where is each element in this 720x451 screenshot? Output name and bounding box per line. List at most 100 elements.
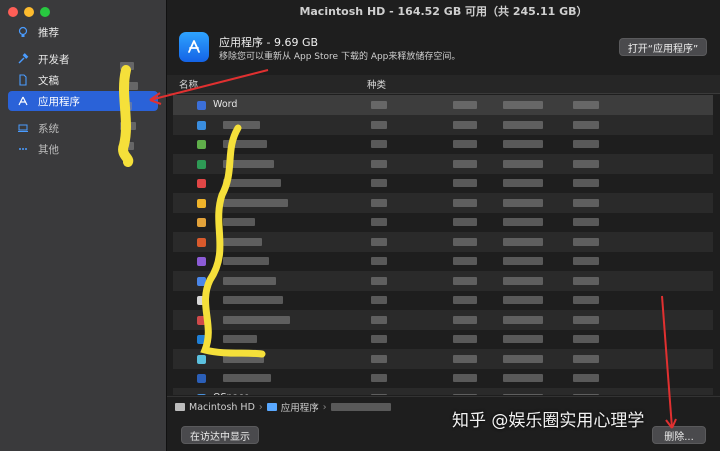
redacted-cell [573,335,599,343]
redacted-name [223,296,283,304]
redacted-cell [573,120,599,129]
table-row[interactable] [173,348,713,369]
chevron-right-icon: › [322,401,327,413]
redacted-name [223,354,264,363]
redacted-cell [503,257,543,265]
category-title: 应用程序 - 9.69 GB [219,36,319,49]
redacted-cell [371,374,387,382]
path-item-disk[interactable]: Macintosh HD [175,402,255,413]
sidebar-item-label: 开发者 [38,53,70,66]
table-row[interactable] [173,251,713,271]
table-row[interactable] [173,231,713,252]
column-kind[interactable]: 种类 [367,77,386,91]
redacted-cell [453,335,477,343]
redacted-name [223,159,274,168]
minimize-button[interactable] [24,7,34,17]
redacted-path [330,403,391,411]
redacted-sizes [120,60,146,160]
app-name: Word [213,99,238,110]
redacted-cell [503,237,543,246]
path-item-applications[interactable]: 应用程序 [266,400,319,414]
table-row[interactable] [173,329,713,349]
redacted-cell [503,198,543,207]
redacted-cell [453,296,477,304]
redacted-name [223,218,255,226]
window-title: Macintosh HD - 164.52 GB 可用（共 245.11 GB） [299,5,588,18]
watermark: 知乎 @娱乐圈实用心理学 [452,411,645,431]
redacted-name [223,237,262,246]
disk-icon [175,403,185,411]
redacted-cell [371,218,387,226]
table-row[interactable] [173,368,713,388]
app-icon [197,140,206,149]
redacted-cell [453,179,477,187]
redacted-cell [453,257,477,265]
delete-button[interactable]: 删除... [652,426,706,444]
sidebar-item-label: 应用程序 [38,95,80,108]
table-row[interactable]: Word [173,95,713,115]
redacted-cell [573,159,599,168]
redacted-name [223,120,260,129]
redacted-cell [453,374,477,382]
sidebar-item-label: 推荐 [38,26,59,39]
redacted-cell [503,159,543,168]
redacted-cell [453,140,477,148]
sidebar: 推荐 开发者 文稿 应用程序 系统 其他 [0,0,167,451]
redacted-cell [453,101,477,109]
app-icon [197,296,206,305]
category-description: 移除您可以重新从 App Store 下载的 App来释放储存空间。 [219,52,461,62]
redacted-name [223,315,290,324]
redacted-cell [371,315,387,324]
table-row[interactable] [173,309,713,330]
app-icon [197,179,206,188]
redacted-cell [371,296,387,304]
redacted-cell [573,374,599,382]
app-icon [197,101,206,110]
redacted-cell [503,101,543,109]
app-icon [197,374,206,383]
redacted-cell [573,276,599,285]
redacted-cell [371,179,387,187]
app-icon [197,276,206,286]
redacted-cell [573,101,599,109]
sidebar-item-recommendations[interactable]: 推荐 [8,22,158,42]
app-icon [197,315,206,325]
redacted-cell [503,140,543,148]
show-in-finder-button[interactable]: 在访达中显示 [181,426,259,444]
main-pane: Macintosh HD - 164.52 GB 可用（共 245.11 GB）… [167,0,720,451]
redacted-cell [371,198,387,207]
redacted-cell [573,257,599,265]
redacted-name [223,198,288,207]
sidebar-item-label: 文稿 [38,74,59,87]
zoom-button[interactable] [40,7,50,17]
redacted-cell [573,179,599,187]
table-row[interactable] [173,114,713,135]
app-icon [197,335,206,344]
close-button[interactable] [8,7,18,17]
table-row[interactable] [173,173,713,193]
redacted-cell [371,276,387,285]
open-applications-button[interactable]: 打开“应用程序” [619,38,707,56]
redacted-cell [371,159,387,168]
table-row[interactable] [173,192,713,213]
redacted-cell [371,101,387,109]
table-row[interactable] [173,134,713,154]
app-icon [197,237,206,247]
document-icon [16,73,30,87]
redacted-cell [371,257,387,265]
column-name[interactable]: 名称 [179,77,198,91]
redacted-name [223,276,276,285]
redacted-cell [453,315,477,324]
table-row[interactable] [173,153,713,174]
redacted-cell [503,335,543,343]
app-icon [197,257,206,266]
redacted-cell [371,237,387,246]
redacted-cell [503,315,543,324]
ellipsis-icon [16,142,30,156]
redacted-cell [371,335,387,343]
table-row[interactable] [173,290,713,310]
app-store-icon [179,32,209,62]
table-row[interactable]: QSpace [173,387,713,395]
table-row[interactable] [173,270,713,291]
table-row[interactable] [173,212,713,232]
